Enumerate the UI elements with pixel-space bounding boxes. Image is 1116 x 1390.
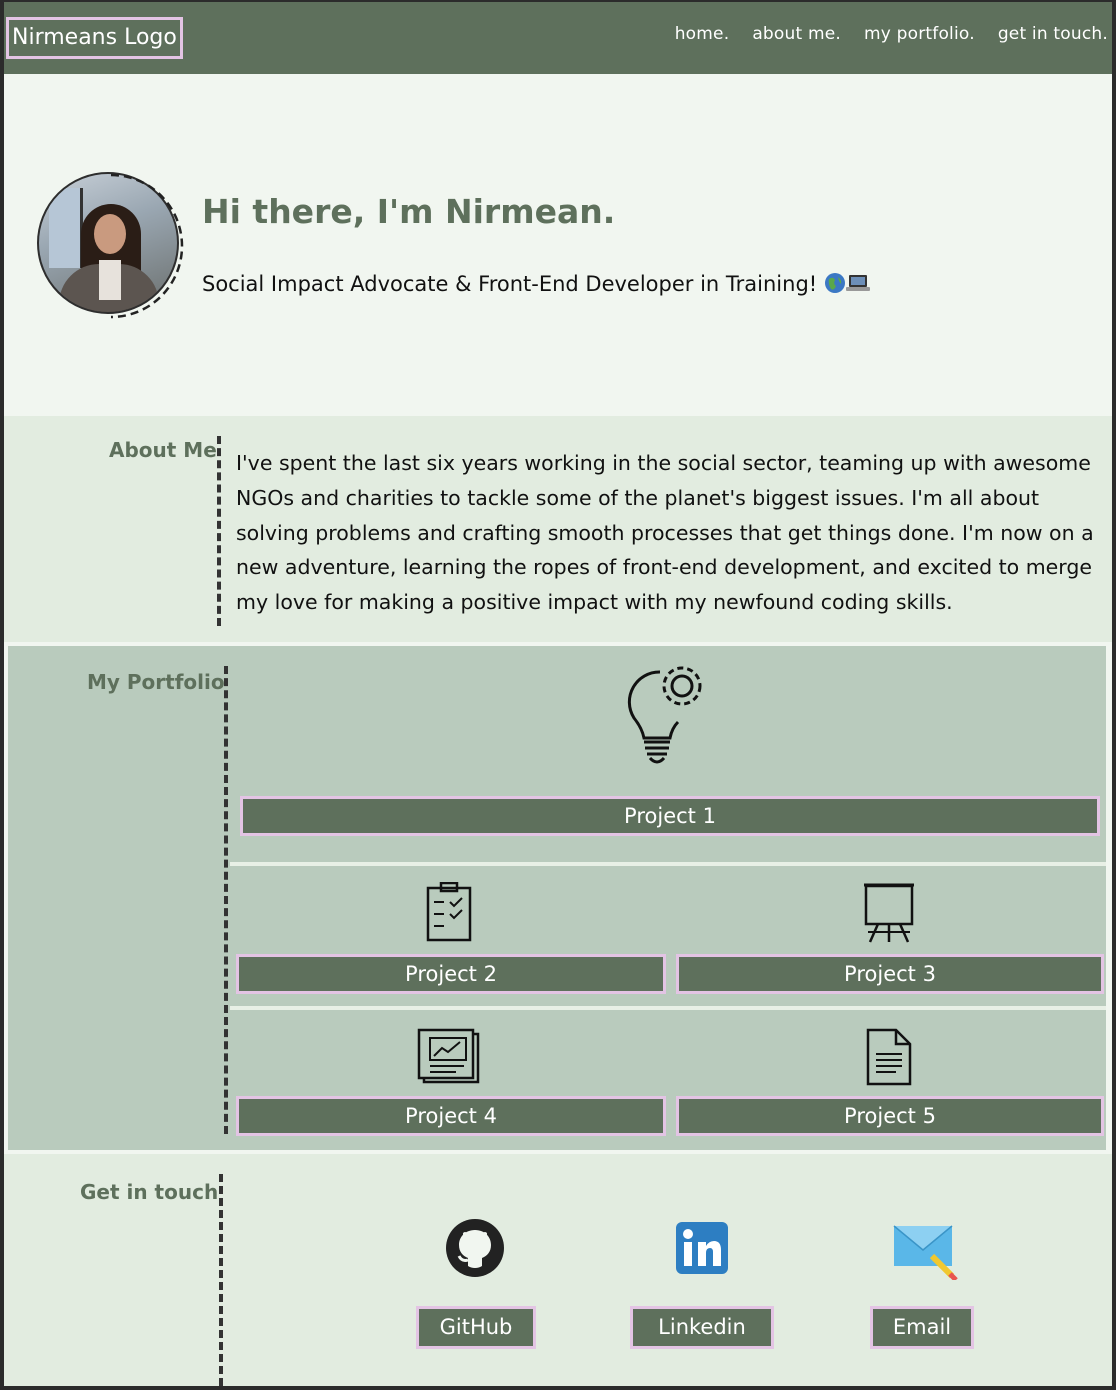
nav-get-in-touch[interactable]: get in touch. — [998, 24, 1108, 44]
project-5-button[interactable]: Project 5 — [676, 1096, 1104, 1136]
header: Nirmeans Logo home. about me. my portfol… — [4, 2, 1112, 74]
linkedin-icon[interactable] — [676, 1222, 728, 1274]
hero-subtitle-text: Social Impact Advocate & Front-End Devel… — [202, 272, 818, 296]
lightbulb-gear-icon — [627, 666, 702, 764]
page: Nirmeans Logo home. about me. my portfol… — [4, 2, 1112, 1386]
project-2-button[interactable]: Project 2 — [236, 954, 666, 994]
chart-document-icon — [417, 1028, 480, 1084]
hero-title: Hi there, I'm Nirmean. — [202, 192, 616, 231]
email-icon[interactable] — [892, 1222, 960, 1280]
portfolio-divider — [224, 666, 228, 1134]
nav-bar: home. about me. my portfolio. get in tou… — [652, 24, 1108, 44]
about-label: About Me — [109, 438, 217, 462]
linkedin-button[interactable]: Linkedin — [630, 1306, 774, 1349]
project-row-1: Project 1 — [230, 646, 1106, 866]
nav-about-me[interactable]: about me. — [752, 24, 841, 44]
portfolio-label: My Portfolio — [87, 670, 225, 694]
project-row-3: Project 4 Project 5 — [230, 1010, 1106, 1150]
document-icon — [866, 1028, 912, 1086]
nav-home[interactable]: home. — [675, 24, 730, 44]
project-3-button[interactable]: Project 3 — [676, 954, 1104, 994]
clipboard-checklist-icon — [426, 882, 472, 942]
hero-subtitle: Social Impact Advocate & Front-End Devel… — [202, 272, 870, 299]
about-section: About Me I've spent the last six years w… — [4, 416, 1112, 642]
github-icon[interactable] — [445, 1218, 505, 1278]
about-text: I've spent the last six years working in… — [236, 451, 1094, 615]
project-1-button[interactable]: Project 1 — [240, 796, 1100, 836]
globe-icon — [824, 272, 846, 299]
about-divider — [217, 436, 221, 626]
contact-section: Get in touch GitHub Linkedin Email — [4, 1154, 1112, 1386]
project-4-button[interactable]: Project 4 — [236, 1096, 666, 1136]
portfolio-section: My Portfolio Project 1 Project 2 Project… — [8, 646, 1106, 1150]
hero-section: Hi there, I'm Nirmean. Social Impact Adv… — [4, 74, 1112, 416]
project-row-2: Project 2 Project 3 — [230, 866, 1106, 1010]
github-button[interactable]: GitHub — [416, 1306, 536, 1349]
laptop-icon — [845, 272, 870, 299]
contact-divider — [219, 1174, 223, 1386]
email-button[interactable]: Email — [870, 1306, 974, 1349]
site-logo[interactable]: Nirmeans Logo — [6, 17, 183, 59]
avatar-ring — [110, 173, 184, 319]
presentation-easel-icon — [864, 883, 914, 943]
avatar — [37, 172, 185, 320]
contact-label: Get in touch — [80, 1180, 219, 1204]
nav-my-portfolio[interactable]: my portfolio. — [864, 24, 975, 44]
